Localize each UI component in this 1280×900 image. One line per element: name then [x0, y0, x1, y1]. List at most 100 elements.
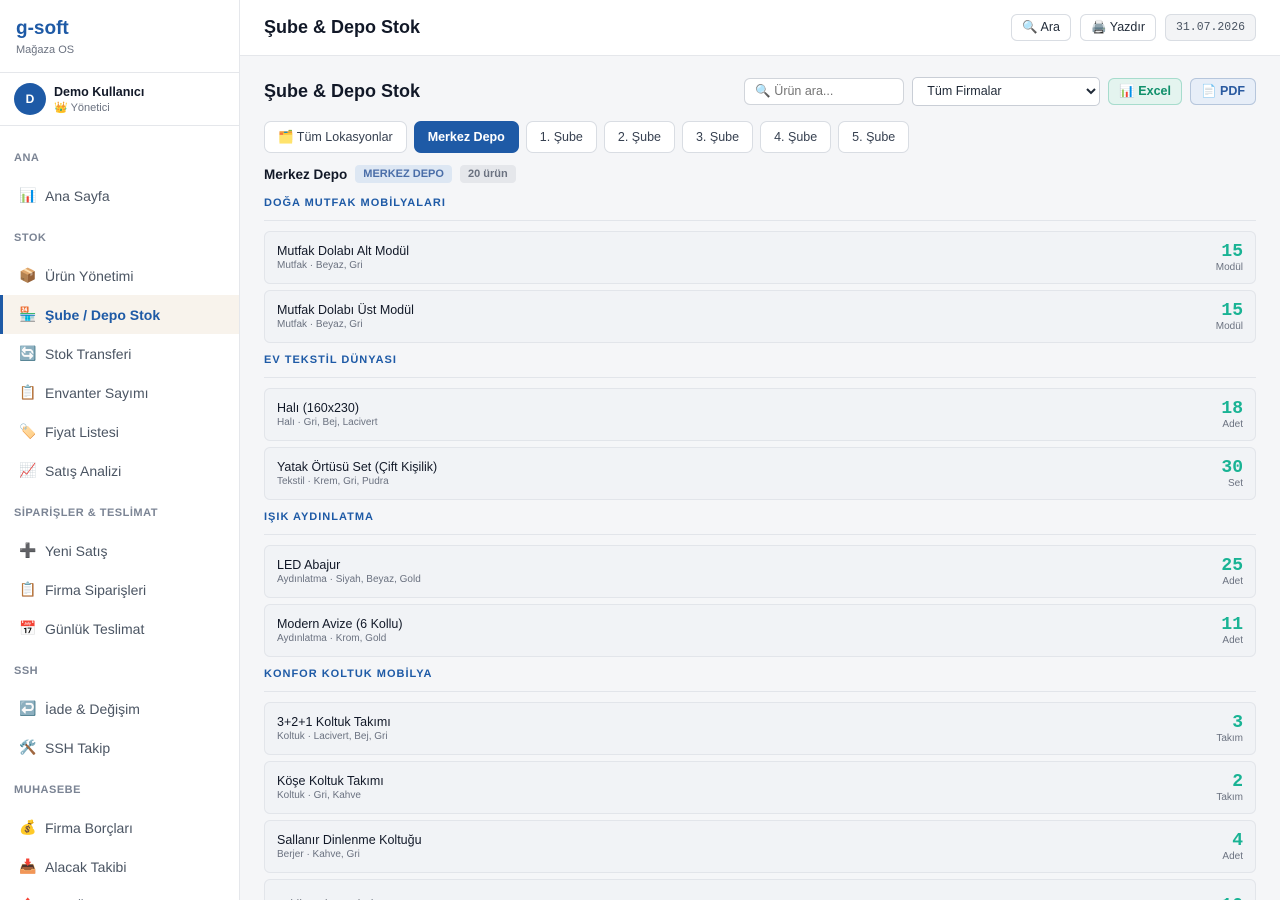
firm-filter-select[interactable]: Tüm Firmalar	[912, 76, 1101, 106]
stock-item-row[interactable]: Modern Avize (6 Kollu) Aydınlatma · Krom,…	[264, 604, 1256, 657]
stock-item-name: Halı (160x230)	[277, 401, 359, 415]
sidebar-item-label: Ana Sayfa	[45, 187, 110, 204]
stock-item-name: Yatak Örtüsü Set (Çift Kişilik)	[277, 460, 438, 474]
stock-item-meta: Mutfak · Beyaz, Gri	[277, 319, 363, 330]
sidebar-item[interactable]: 📋 Firma Siparişleri	[0, 570, 239, 609]
quantity-unit: Takım	[1216, 733, 1243, 744]
nav-section-title: MUHASEBE	[14, 784, 81, 796]
sidebar-item[interactable]: 💰 Firma Borçları	[0, 808, 239, 847]
user-profile[interactable]: D Demo Kullanıcı 👑 Yönetici	[0, 73, 239, 126]
sidebar-item-label: Fiyat Listesi	[45, 423, 119, 440]
stock-group: KONFOR KOLTUK MOBİLYA 3+2+1 Koltuk Takımı…	[264, 663, 1256, 900]
sidebar-nav: ANA 📊 Ana Sayfa STOK 📦 Ürün Yönetimi 🏪 Şube / D…	[0, 126, 239, 900]
quantity-value: 15	[1221, 242, 1243, 262]
stock-item-row[interactable]: Köşe Koltuk Takımı Koltuk · Gri, Kahve 2 Ta…	[264, 761, 1256, 814]
location-tab[interactable]: 🗂️ Tüm Lokasyonlar	[264, 121, 407, 153]
stock-item-row[interactable]: LED Abajur Aydınlatma · Siyah, Beyaz, Gol…	[264, 545, 1256, 598]
sidebar-item-label: Yeni Satış	[45, 542, 108, 559]
stock-item-quantity: 10	[1221, 896, 1243, 900]
stock-group: EV TEKSTİL DÜNYASI Halı (160x230) Halı · G…	[264, 349, 1256, 500]
stock-item-meta: Aydınlatma · Krom, Gold	[277, 633, 387, 644]
location-type-badge: MERKEZ DEPO	[355, 165, 452, 183]
sidebar-item-label: Alacak Takibi	[45, 858, 127, 875]
sidebar-item-label: Şube / Depo Stok	[45, 306, 161, 323]
location-tab[interactable]: 2. Şube	[603, 121, 675, 153]
stock-item-meta: Halı · Gri, Bej, Lacivert	[277, 417, 378, 428]
quantity-value: 3	[1232, 713, 1243, 733]
stock-item-info: Köşe Koltuk Takımı Koltuk · Gri, Kahve	[277, 774, 1216, 801]
stock-item-quantity: 2 Takım	[1216, 772, 1243, 803]
product-search-input[interactable]	[744, 77, 905, 105]
sidebar-item-label: SSH Takip	[45, 739, 111, 756]
stock-item-row[interactable]: Yatak Örtüsü Set (Çift Kişilik) Tekstil ·…	[264, 447, 1256, 500]
sidebar-item[interactable]: 🛠️ SSH Takip	[0, 728, 239, 767]
stock-item-meta: Koltuk · Lacivert, Bej, Gri	[277, 731, 388, 742]
stock-item-quantity: 11 Adet	[1221, 615, 1243, 646]
stock-item-row[interactable]: Mutfak Dolabı Üst Modül Mutfak · Beyaz, G…	[264, 290, 1256, 343]
sidebar-item-icon: 🏪	[19, 306, 37, 322]
stock-item-info: Modern Avize (6 Kollu) Aydınlatma · Krom,…	[277, 617, 1221, 644]
print-button[interactable]: 🖨️ Yazdır	[1079, 14, 1156, 41]
quantity-unit: Adet	[1222, 419, 1243, 430]
user-role: 👑 Yönetici	[54, 101, 144, 114]
stock-item-row[interactable]: Halı (160x230) Halı · Gri, Bej, Lacivert 1…	[264, 388, 1256, 441]
sidebar-item-label: Günlük Teslimat	[45, 620, 145, 637]
quantity-value: 15	[1221, 301, 1243, 321]
group-title: IŞIK AYDINLATMA	[264, 506, 1256, 535]
sidebar-item[interactable]: ➕ Yeni Satış	[0, 531, 239, 570]
sidebar-item[interactable]: ↩️ İade & Değişim	[0, 689, 239, 728]
stock-item-row[interactable]: Tekli Berjer Koltuk10	[264, 879, 1256, 900]
pdf-export-button[interactable]: 📄 PDF	[1189, 77, 1256, 105]
sidebar-item[interactable]: 📤Geri Ödeme Takibi	[0, 886, 239, 900]
sidebar-item-icon: 📈	[19, 462, 37, 478]
page-header: Şube & Depo Stok Tüm Firmalar 📊 Excel 📄 …	[264, 56, 1256, 126]
stock-item-name: Mutfak Dolabı Üst Modül	[277, 303, 414, 317]
stock-item-info: 3+2+1 Koltuk Takımı Koltuk · Lacivert, Be…	[277, 715, 1216, 742]
sidebar-item-icon: 🛠️	[19, 739, 37, 755]
app-subtitle: Mağaza OS	[16, 44, 75, 56]
location-header: Merkez Depo MERKEZ DEPO 20 ürün	[264, 164, 1256, 184]
location-tab[interactable]: 1. Şube	[525, 121, 597, 153]
stock-item-row[interactable]: Mutfak Dolabı Alt Modül Mutfak · Beyaz, G…	[264, 231, 1256, 284]
date-display: 31.07.2026	[1164, 14, 1256, 41]
sidebar-item[interactable]: 📅 Günlük Teslimat	[0, 609, 239, 648]
sidebar-item-icon: 💰	[19, 819, 37, 835]
stock-item-quantity: 30 Set	[1221, 458, 1243, 489]
location-tab[interactable]: 5. Şube	[838, 121, 910, 153]
location-tab[interactable]: 3. Şube	[681, 121, 754, 153]
stock-item-info: Yatak Örtüsü Set (Çift Kişilik) Tekstil ·…	[277, 460, 1221, 487]
stock-item-row[interactable]: 3+2+1 Koltuk Takımı Koltuk · Lacivert, Be…	[264, 702, 1256, 755]
sidebar-item[interactable]: 📈 Satış Analizi	[0, 451, 239, 490]
stock-item-info: Mutfak Dolabı Alt Modül Mutfak · Beyaz, G…	[277, 244, 1216, 271]
sidebar-item-icon: 📦	[19, 267, 37, 283]
sidebar-item-icon: ➕	[19, 542, 37, 558]
sidebar-item[interactable]: 📋 Envanter Sayımı	[0, 373, 239, 412]
sidebar-item-icon: 📊	[19, 187, 37, 203]
excel-export-button[interactable]: 📊 Excel	[1108, 77, 1182, 105]
sidebar-item[interactable]: 📥 Alacak Takibi	[0, 847, 239, 886]
stock-groups: DOĞA MUTFAK MOBİLYALARI Mutfak Dolabı Alt…	[264, 192, 1256, 900]
sidebar-item[interactable]: 🏪 Şube / Depo Stok	[0, 295, 239, 334]
stock-item-name: Köşe Koltuk Takımı	[277, 774, 384, 788]
search-button[interactable]: 🔍 Ara	[1011, 14, 1071, 41]
stock-item-meta: Mutfak · Beyaz, Gri	[277, 260, 363, 271]
stock-item-quantity: 18 Adet	[1221, 399, 1243, 430]
quantity-value: 30	[1221, 458, 1243, 478]
sidebar-item[interactable]: 🔄 Stok Transferi	[0, 334, 239, 373]
sidebar-item[interactable]: 📊 Ana Sayfa	[0, 176, 239, 215]
stock-item-quantity: 15 Modül	[1216, 242, 1243, 273]
stock-item-meta: Berjer · Kahve, Gri	[277, 849, 360, 860]
sidebar-item-icon: 🏷️	[19, 423, 37, 439]
group-title: EV TEKSTİL DÜNYASI	[264, 349, 1256, 378]
sidebar-item-icon: 🔄	[19, 345, 37, 361]
sidebar-item[interactable]: 📦 Ürün Yönetimi	[0, 256, 239, 295]
quantity-value: 25	[1221, 556, 1243, 576]
topbar-title: Şube & Depo Stok	[264, 17, 421, 37]
stock-item-info: Sallanır Dinlenme Koltuğu Berjer · Kahve,…	[277, 833, 1222, 860]
sidebar-item[interactable]: 🏷️ Fiyat Listesi	[0, 412, 239, 451]
stock-item-meta: Aydınlatma · Siyah, Beyaz, Gold	[277, 574, 421, 585]
location-tab[interactable]: 4. Şube	[760, 121, 832, 153]
stock-item-name: Modern Avize (6 Kollu)	[277, 617, 403, 631]
location-tab[interactable]: Merkez Depo	[413, 121, 519, 153]
stock-item-row[interactable]: Sallanır Dinlenme Koltuğu Berjer · Kahve,…	[264, 820, 1256, 873]
